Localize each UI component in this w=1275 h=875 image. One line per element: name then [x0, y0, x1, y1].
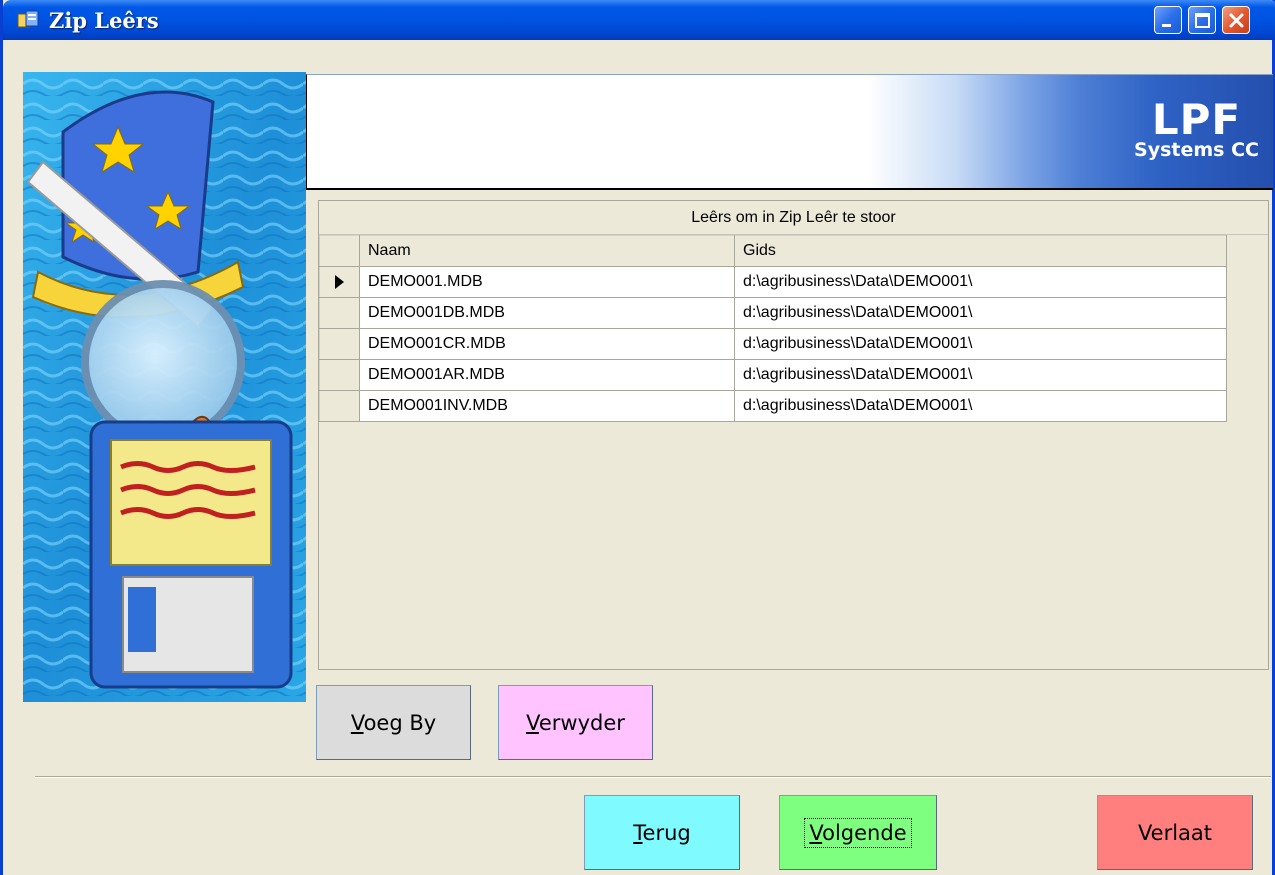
minimize-button[interactable] — [1154, 6, 1182, 34]
cell-directory[interactable]: d:\agribusiness\Data\DEMO001\ — [734, 266, 1227, 298]
table-row[interactable]: DEMO001.MDB d:\agribusiness\Data\DEMO001\ — [319, 266, 1227, 298]
close-button[interactable] — [1222, 6, 1250, 34]
minimize-icon — [1162, 24, 1171, 27]
cell-file-name[interactable]: DEMO001CR.MDB — [359, 328, 735, 360]
table-row[interactable]: DEMO001AR.MDB d:\agribusiness\Data\DEMO00… — [319, 359, 1227, 391]
remove-file-button[interactable]: Verwyder — [498, 685, 653, 760]
close-icon — [1229, 13, 1244, 28]
row-selector[interactable] — [319, 328, 360, 360]
grid-caption: Leêrs om in Zip Leêr te stoor — [319, 201, 1268, 235]
column-header-directory[interactable]: Gids — [734, 235, 1227, 267]
row-selector[interactable] — [319, 266, 360, 298]
app-icon — [17, 10, 39, 28]
maximize-icon — [1195, 13, 1210, 28]
table-header-row: Naam Gids — [319, 235, 1227, 267]
files-grid[interactable]: Leêrs om in Zip Leêr te stoor Naam Gids … — [318, 200, 1269, 670]
row-selector-header[interactable] — [319, 235, 360, 267]
header-banner: LPF Systems CC — [306, 74, 1273, 190]
cell-directory[interactable]: d:\agribusiness\Data\DEMO001\ — [734, 328, 1227, 360]
logo-line1: LPF — [1151, 95, 1242, 144]
logo-line2: Systems CC — [1134, 139, 1259, 161]
row-pointer-icon — [335, 274, 344, 289]
row-selector[interactable] — [319, 297, 360, 329]
files-table: Naam Gids DEMO001.MDB d:\agribusiness\Dat… — [319, 235, 1227, 422]
row-selector[interactable] — [319, 390, 360, 422]
cell-file-name[interactable]: DEMO001DB.MDB — [359, 297, 735, 329]
zip-files-window: Zip Leêrs LPF Systems CC Leêrs om in Zip… — [0, 0, 1275, 875]
wizard-illustration — [23, 72, 306, 702]
next-button[interactable]: Volgende — [779, 795, 937, 870]
add-file-button[interactable]: Voeg By — [316, 685, 471, 760]
window-title: Zip Leêrs — [49, 8, 159, 33]
remove-file-label: Verwyder — [526, 710, 625, 735]
title-bar[interactable]: Zip Leêrs — [3, 0, 1275, 40]
back-label: Terug — [633, 820, 691, 845]
exit-button[interactable]: Verlaat — [1097, 795, 1253, 870]
table-row[interactable]: DEMO001DB.MDB d:\agribusiness\Data\DEMO00… — [319, 297, 1227, 329]
table-row[interactable]: DEMO001INV.MDB d:\agribusiness\Data\DEMO0… — [319, 390, 1227, 422]
cell-directory[interactable]: d:\agribusiness\Data\DEMO001\ — [734, 390, 1227, 422]
company-logo: LPF Systems CC — [1134, 95, 1259, 162]
separator-line — [35, 776, 1271, 778]
cell-file-name[interactable]: DEMO001INV.MDB — [359, 390, 735, 422]
cell-directory[interactable]: d:\agribusiness\Data\DEMO001\ — [734, 297, 1227, 329]
maximize-button[interactable] — [1188, 6, 1216, 34]
table-row[interactable]: DEMO001CR.MDB d:\agribusiness\Data\DEMO00… — [319, 328, 1227, 360]
column-header-name[interactable]: Naam — [359, 235, 735, 267]
back-button[interactable]: Terug — [584, 795, 740, 870]
row-selector[interactable] — [319, 359, 360, 391]
exit-label: Verlaat — [1137, 820, 1213, 845]
add-file-label: Voeg By — [350, 710, 437, 735]
cell-directory[interactable]: d:\agribusiness\Data\DEMO001\ — [734, 359, 1227, 391]
cell-file-name[interactable]: DEMO001.MDB — [359, 266, 735, 298]
cell-file-name[interactable]: DEMO001AR.MDB — [359, 359, 735, 391]
next-label: Volgende — [804, 817, 912, 848]
